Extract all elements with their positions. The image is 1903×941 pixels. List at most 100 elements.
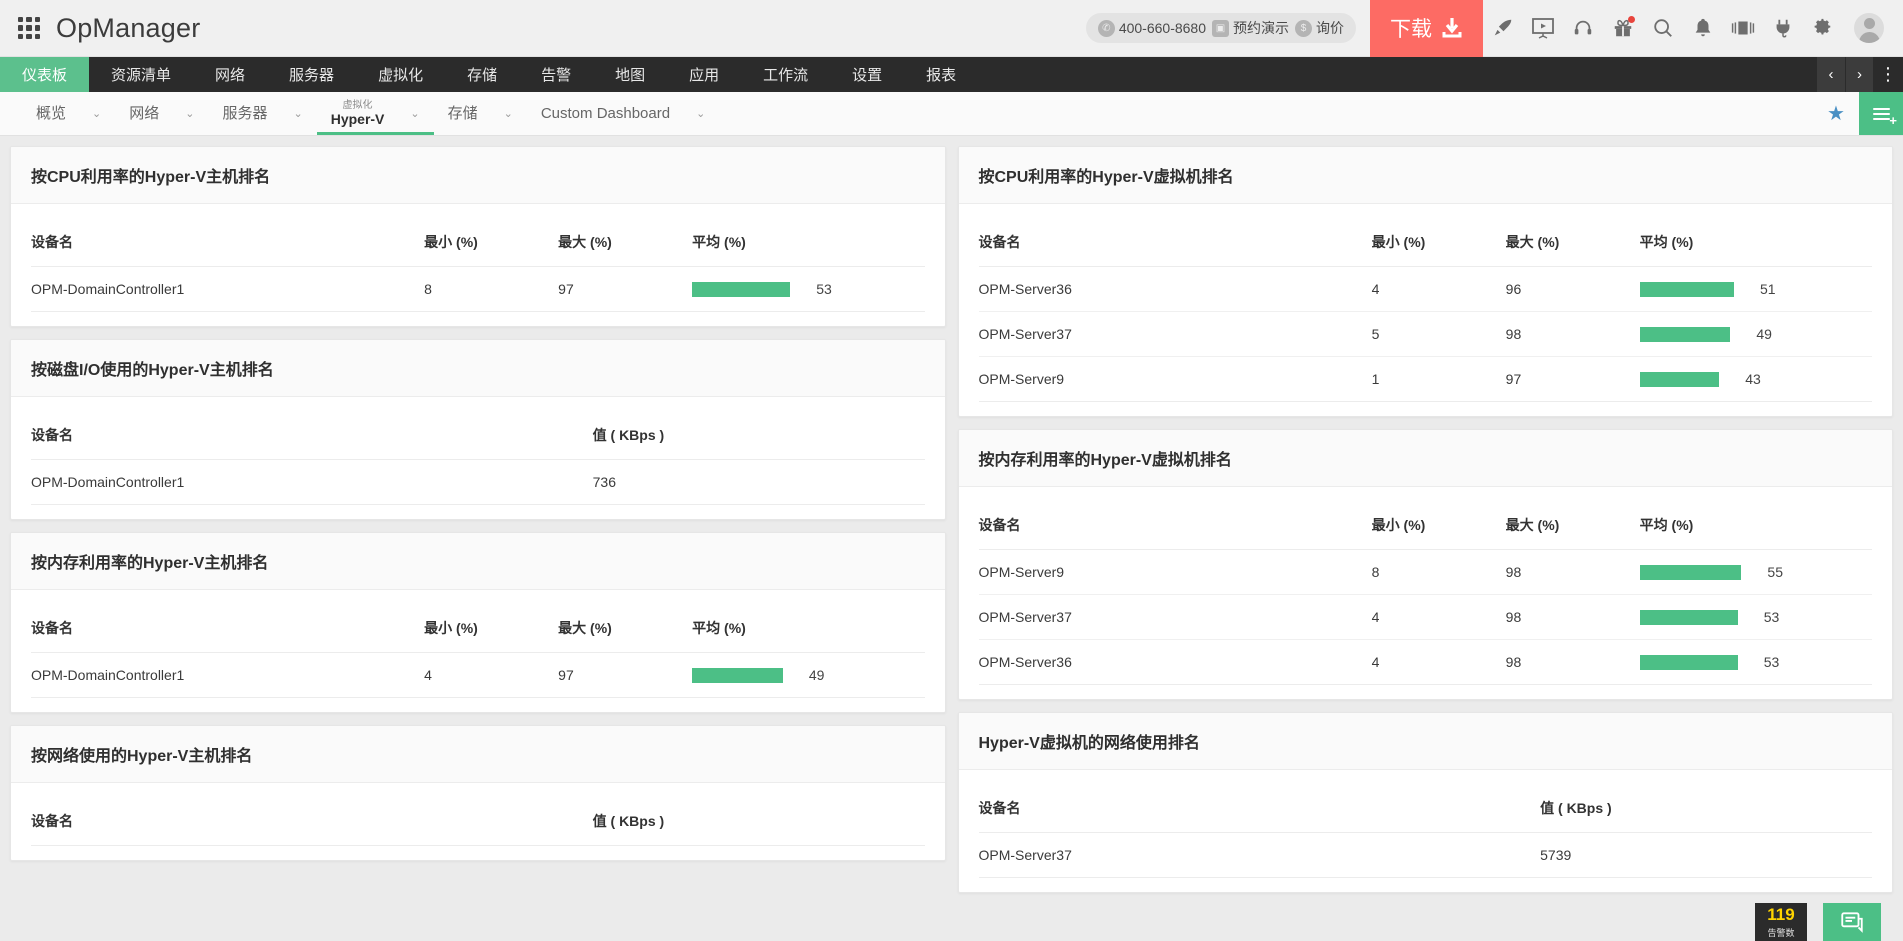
sub-nav-item-0[interactable]: 概览 ⌄ bbox=[22, 92, 115, 135]
main-tab-0[interactable]: 仪表板 bbox=[0, 57, 90, 92]
sub-nav-item-1[interactable]: 网络 ⌄ bbox=[115, 92, 208, 135]
main-tab-11[interactable]: 报表 bbox=[904, 57, 978, 92]
phone-icon: ✆ bbox=[1097, 19, 1115, 37]
main-tab-4[interactable]: 虚拟化 bbox=[356, 57, 445, 92]
table-row[interactable]: OPM-Server9 1 97 43 bbox=[978, 356, 1872, 402]
table-header-row: 设备名 最小 (%) 最大 (%) 平均 (%) bbox=[978, 493, 1872, 550]
column-header: 设备名 bbox=[978, 493, 1372, 550]
min-value-cell: 8 bbox=[1371, 549, 1506, 595]
alarm-count-label: 告警数 bbox=[1767, 928, 1795, 938]
min-value-cell: 1 bbox=[1371, 356, 1506, 402]
sub-nav-item-label-group: 虚拟化 Hyper-V bbox=[331, 100, 385, 128]
favorite-star-icon[interactable]: ★ bbox=[1813, 92, 1859, 135]
column-header: 设备名 bbox=[978, 210, 1372, 267]
bar-wrapper: 55 bbox=[1639, 564, 1872, 580]
widget-title: 按CPU利用率的Hyper-V主机排名 bbox=[11, 147, 945, 204]
column-header: 值 ( KBps ) bbox=[592, 403, 925, 460]
chevron-down-icon[interactable]: ⌄ bbox=[185, 107, 194, 120]
table-row[interactable]: OPM-Server36 4 98 53 bbox=[978, 639, 1872, 685]
table-row[interactable]: OPM-DomainController1 4 97 49 bbox=[31, 652, 925, 698]
main-tab-9[interactable]: 工作流 bbox=[741, 57, 830, 92]
main-tab-6[interactable]: 告警 bbox=[519, 57, 593, 92]
sub-nav-item-label-group: 存储 bbox=[448, 105, 478, 122]
column-header: 最小 (%) bbox=[1371, 493, 1506, 550]
alarm-count-chip[interactable]: 119 告警数 bbox=[1755, 903, 1807, 941]
server-rack-icon[interactable] bbox=[1723, 0, 1763, 57]
main-tab-label: 存储 bbox=[467, 67, 498, 84]
user-avatar[interactable] bbox=[1854, 13, 1884, 43]
column-header: 设备名 bbox=[31, 596, 425, 653]
widget-body: 设备名值 ( KBps ) OPM-Server37 5739 bbox=[959, 770, 1893, 892]
sub-nav-item-5[interactable]: Custom Dashboard ⌄ bbox=[527, 92, 719, 135]
widget-body: 设备名值 ( KBps ) bbox=[11, 783, 945, 860]
nav-prev-button[interactable]: ‹ bbox=[1817, 57, 1845, 92]
app-brand-title: OpManager bbox=[56, 12, 201, 43]
sub-nav-item-3[interactable]: 虚拟化 Hyper-V ⌄ bbox=[316, 92, 434, 135]
table-header-row: 设备名 最小 (%) 最大 (%) 平均 (%) bbox=[31, 596, 925, 653]
plug-power-icon[interactable] bbox=[1763, 0, 1803, 57]
sub-nav-item-2[interactable]: 服务器 ⌄ bbox=[208, 92, 316, 135]
bar-wrapper: 53 bbox=[692, 281, 924, 297]
table-row[interactable]: OPM-DomainController1 8 97 53 bbox=[31, 266, 925, 312]
column-header: 设备名 bbox=[978, 776, 1541, 833]
main-tab-3[interactable]: 服务器 bbox=[267, 57, 356, 92]
table-row[interactable]: OPM-Server37 5739 bbox=[978, 832, 1872, 878]
table-row[interactable]: OPM-Server37 4 98 53 bbox=[978, 594, 1872, 640]
sub-nav-item-label-group: 概览 bbox=[36, 105, 66, 122]
download-button[interactable]: 下载 bbox=[1370, 0, 1483, 57]
add-widget-button[interactable]: + bbox=[1859, 92, 1903, 135]
headset-support-icon[interactable] bbox=[1563, 0, 1603, 57]
bell-notification-icon[interactable] bbox=[1683, 0, 1723, 57]
main-tab-5[interactable]: 存储 bbox=[445, 57, 519, 92]
chevron-down-icon[interactable]: ⌄ bbox=[696, 107, 705, 120]
main-tab-label: 服务器 bbox=[289, 67, 335, 84]
chevron-down-icon[interactable]: ⌄ bbox=[293, 107, 302, 120]
main-tab-7[interactable]: 地图 bbox=[593, 57, 667, 92]
presentation-play-icon[interactable] bbox=[1523, 0, 1563, 57]
widget-table: 设备名 最小 (%) 最大 (%) 平均 (%) OPM-DomainControlle… bbox=[31, 210, 925, 312]
average-bar-cell: 53 bbox=[1639, 639, 1872, 685]
column-header: 值 ( KBps ) bbox=[592, 789, 925, 846]
app-header: OpManager ✆ 400-660-8680 ▣ 预约演示 $ 询价 下载 bbox=[0, 0, 1903, 57]
rocket-icon[interactable] bbox=[1483, 0, 1523, 57]
main-tab-2[interactable]: 网络 bbox=[193, 57, 267, 92]
demo-link[interactable]: ▣ 预约演示 bbox=[1212, 18, 1289, 38]
search-icon[interactable] bbox=[1643, 0, 1683, 57]
sub-nav-item-name: 概览 bbox=[36, 104, 67, 122]
sub-nav-item-4[interactable]: 存储 ⌄ bbox=[434, 92, 527, 135]
nav-more-button[interactable]: ⋮ bbox=[1873, 57, 1903, 92]
widget-body: 设备名 最小 (%) 最大 (%) 平均 (%) OPM-Server9 8 98 55 OPM… bbox=[959, 487, 1893, 699]
header-right-group: ✆ 400-660-8680 ▣ 预约演示 $ 询价 下载 bbox=[1085, 0, 1903, 57]
sub-nav-item-name: 服务器 bbox=[222, 104, 268, 122]
main-tab-8[interactable]: 应用 bbox=[667, 57, 741, 92]
table-row[interactable]: OPM-Server9 8 98 55 bbox=[978, 549, 1872, 595]
sub-nav-item-name: Hyper-V bbox=[330, 111, 385, 128]
average-bar-cell: 43 bbox=[1639, 356, 1872, 402]
gift-badge-dot bbox=[1628, 15, 1635, 23]
chevron-down-icon[interactable]: ⌄ bbox=[410, 107, 419, 120]
table-row[interactable]: OPM-Server36 4 96 51 bbox=[978, 266, 1872, 312]
table-row[interactable]: OPM-Server37 5 98 49 bbox=[978, 311, 1872, 357]
gift-icon[interactable] bbox=[1603, 0, 1643, 57]
bar-wrapper: 53 bbox=[1639, 654, 1872, 670]
chat-support-button[interactable] bbox=[1823, 903, 1881, 941]
widget-table: 设备名 最小 (%) 最大 (%) 平均 (%) OPM-Server36 4 96 51 OP… bbox=[978, 210, 1872, 402]
chevron-down-icon[interactable]: ⌄ bbox=[92, 107, 101, 120]
apps-grid-icon[interactable] bbox=[18, 17, 40, 39]
dollar-icon: $ bbox=[1295, 19, 1312, 37]
main-tab-1[interactable]: 资源清单 bbox=[89, 57, 193, 92]
download-label: 下载 bbox=[1390, 18, 1432, 41]
min-value-cell: 4 bbox=[424, 652, 559, 698]
max-value-cell: 96 bbox=[1505, 266, 1640, 312]
nav-next-button[interactable]: › bbox=[1845, 57, 1873, 92]
dashboard-area: 按CPU利用率的Hyper-V主机排名 设备名 最小 (%) 最大 (%) 平均 (%)… bbox=[0, 136, 1903, 941]
main-tab-10[interactable]: 设置 bbox=[830, 57, 904, 92]
max-value-cell: 98 bbox=[1505, 311, 1640, 357]
phone-contact[interactable]: ✆ 400-660-8680 bbox=[1097, 19, 1206, 37]
quote-link[interactable]: $ 询价 bbox=[1295, 18, 1344, 38]
table-row[interactable]: OPM-DomainController1 736 bbox=[31, 459, 925, 505]
main-tab-label: 设置 bbox=[852, 67, 883, 84]
gear-settings-icon[interactable] bbox=[1803, 0, 1843, 57]
sub-nav-item-label-group: 服务器 bbox=[222, 105, 267, 122]
chevron-down-icon[interactable]: ⌄ bbox=[504, 107, 513, 120]
